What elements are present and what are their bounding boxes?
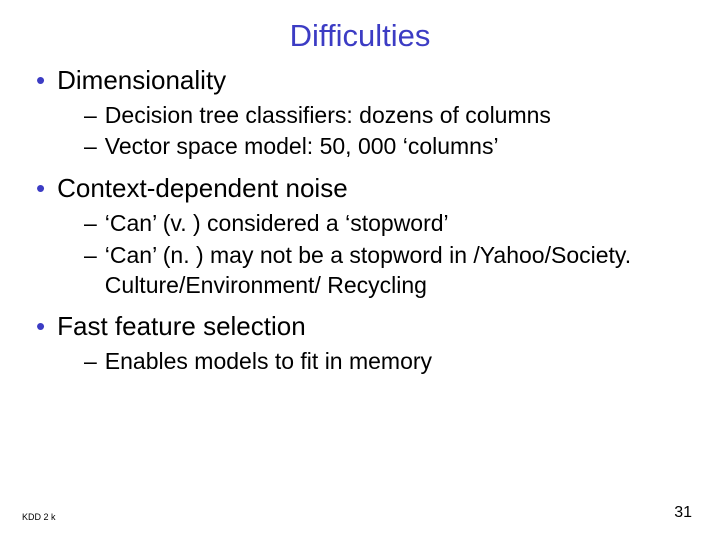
list-item: – Decision tree classifiers: dozens of c… [84, 101, 690, 131]
bullet-icon: • [36, 172, 45, 205]
level1-row: • Fast feature selection [30, 310, 690, 343]
bullet-icon: • [36, 64, 45, 97]
sub-list: – Enables models to fit in memory [30, 347, 690, 377]
dash-icon: – [84, 241, 97, 271]
level2-text: Decision tree classifiers: dozens of col… [105, 101, 690, 131]
level1-row: • Dimensionality [30, 64, 690, 97]
bullet-list: • Dimensionality – Decision tree classif… [30, 64, 690, 377]
level2-text: ‘Can’ (n. ) may not be a stopword in /Ya… [105, 241, 690, 301]
footer-left: KDD 2 k [22, 512, 56, 522]
level2-text: ‘Can’ (v. ) considered a ‘stopword’ [105, 209, 690, 239]
level1-row: • Context-dependent noise [30, 172, 690, 205]
level2-text: Vector space model: 50, 000 ‘columns’ [105, 132, 690, 162]
dash-icon: – [84, 209, 97, 239]
level1-text: Fast feature selection [57, 310, 306, 343]
slide-number: 31 [674, 504, 692, 522]
dash-icon: – [84, 132, 97, 162]
dash-icon: – [84, 347, 97, 377]
slide-title: Difficulties [30, 18, 690, 54]
list-item: • Fast feature selection – Enables model… [30, 310, 690, 376]
dash-icon: – [84, 101, 97, 131]
list-item: – ‘Can’ (n. ) may not be a stopword in /… [84, 241, 690, 301]
bullet-icon: • [36, 310, 45, 343]
slide: Difficulties • Dimensionality – Decision… [0, 0, 720, 540]
level1-text: Context-dependent noise [57, 172, 348, 205]
list-item: • Dimensionality – Decision tree classif… [30, 64, 690, 162]
list-item: • Context-dependent noise – ‘Can’ (v. ) … [30, 172, 690, 300]
level1-text: Dimensionality [57, 64, 226, 97]
level2-text: Enables models to fit in memory [105, 347, 690, 377]
sub-list: – Decision tree classifiers: dozens of c… [30, 101, 690, 163]
list-item: – Vector space model: 50, 000 ‘columns’ [84, 132, 690, 162]
sub-list: – ‘Can’ (v. ) considered a ‘stopword’ – … [30, 209, 690, 301]
list-item: – ‘Can’ (v. ) considered a ‘stopword’ [84, 209, 690, 239]
list-item: – Enables models to fit in memory [84, 347, 690, 377]
